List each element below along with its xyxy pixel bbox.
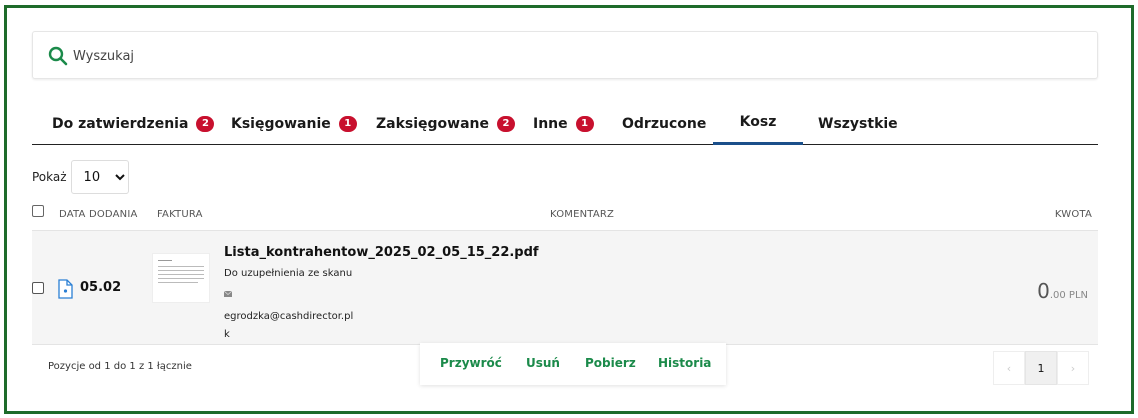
count-badge: 2 <box>497 115 516 132</box>
comment-author-email: egrodzka@cashdirector.pl k <box>224 308 364 344</box>
tab-do-zatwierdzenia[interactable]: Do zatwierdzenia 2 <box>52 102 215 145</box>
count-badge: 1 <box>338 115 357 132</box>
tab-label: Wszystkie <box>818 115 898 132</box>
tab-zaksiegowane[interactable]: Zaksięgowane 2 <box>376 102 516 145</box>
tab-bar: Do zatwierdzenia 2 Księgowanie 1 Zaksięg… <box>32 102 1098 145</box>
document-icon[interactable] <box>57 279 73 299</box>
email-tail: k <box>224 329 230 340</box>
pagination-summary: Pozycje od 1 do 1 z 1 łącznie <box>48 361 192 372</box>
header-invoice: FAKTURA <box>157 209 203 220</box>
tab-label: Kosz <box>739 114 777 130</box>
row-action-bar: Przywróć Usuń Pobierz Historia <box>420 343 726 385</box>
tab-ksiegowanie[interactable]: Księgowanie 1 <box>231 102 357 145</box>
header-date[interactable]: DATA DODANIA <box>59 209 138 220</box>
row-comment: Do uzupełnienia ze skanu <box>224 268 353 279</box>
select-all-checkbox[interactable] <box>32 205 44 217</box>
page-size-select[interactable]: 10 <box>70 160 129 194</box>
delete-button[interactable]: Usuń <box>526 356 560 370</box>
history-button[interactable]: Historia <box>658 356 711 370</box>
search-icon <box>48 46 68 66</box>
page-size-label: Pokaż <box>32 170 67 184</box>
search-input[interactable] <box>73 44 973 68</box>
tab-label: Inne <box>533 115 568 132</box>
invoice-thumbnail[interactable] <box>152 253 210 303</box>
amount-decimals: .00 PLN <box>1049 290 1088 301</box>
search-bar[interactable] <box>32 31 1098 79</box>
tab-odrzucone[interactable]: Odrzucone <box>622 102 706 145</box>
email-text: egrodzka@cashdirector.pl <box>224 311 354 322</box>
tab-label: Zaksięgowane <box>376 115 490 132</box>
restore-button[interactable]: Przywróć <box>440 356 502 370</box>
amount-main: 0 <box>1037 279 1050 303</box>
count-badge: 1 <box>575 115 594 132</box>
header-comment: KOMENTARZ <box>550 209 615 220</box>
header-amount[interactable]: KWOTA <box>1055 209 1092 220</box>
pagination-next-button[interactable]: › <box>1057 351 1089 385</box>
tab-label: Odrzucone <box>622 115 707 132</box>
page-size-control: Pokaż 10 <box>32 160 129 194</box>
table-row[interactable]: 05.02 Lista_kontrahentow_2025_02_05_15_2… <box>32 230 1098 345</box>
row-date: 05.02 <box>80 280 122 295</box>
pagination-prev-button[interactable]: ‹ <box>993 351 1025 385</box>
count-badge: 2 <box>196 115 215 132</box>
table-header: DATA DODANIA FAKTURA KOMENTARZ KWOTA <box>32 202 1098 230</box>
tab-inne[interactable]: Inne 1 <box>533 102 594 145</box>
row-amount: 0.00 PLN <box>1037 279 1088 303</box>
tab-kosz[interactable]: Kosz <box>713 102 803 145</box>
download-button[interactable]: Pobierz <box>585 356 636 370</box>
tab-label: Do zatwierdzenia <box>52 115 189 132</box>
row-checkbox[interactable] <box>32 282 44 294</box>
invoice-filename[interactable]: Lista_kontrahentow_2025_02_05_15_22.pdf <box>224 245 539 260</box>
tab-wszystkie[interactable]: Wszystkie <box>818 102 898 145</box>
tab-label: Księgowanie <box>231 115 331 132</box>
mail-icon <box>224 291 232 297</box>
pagination-page-1[interactable]: 1 <box>1025 351 1057 385</box>
